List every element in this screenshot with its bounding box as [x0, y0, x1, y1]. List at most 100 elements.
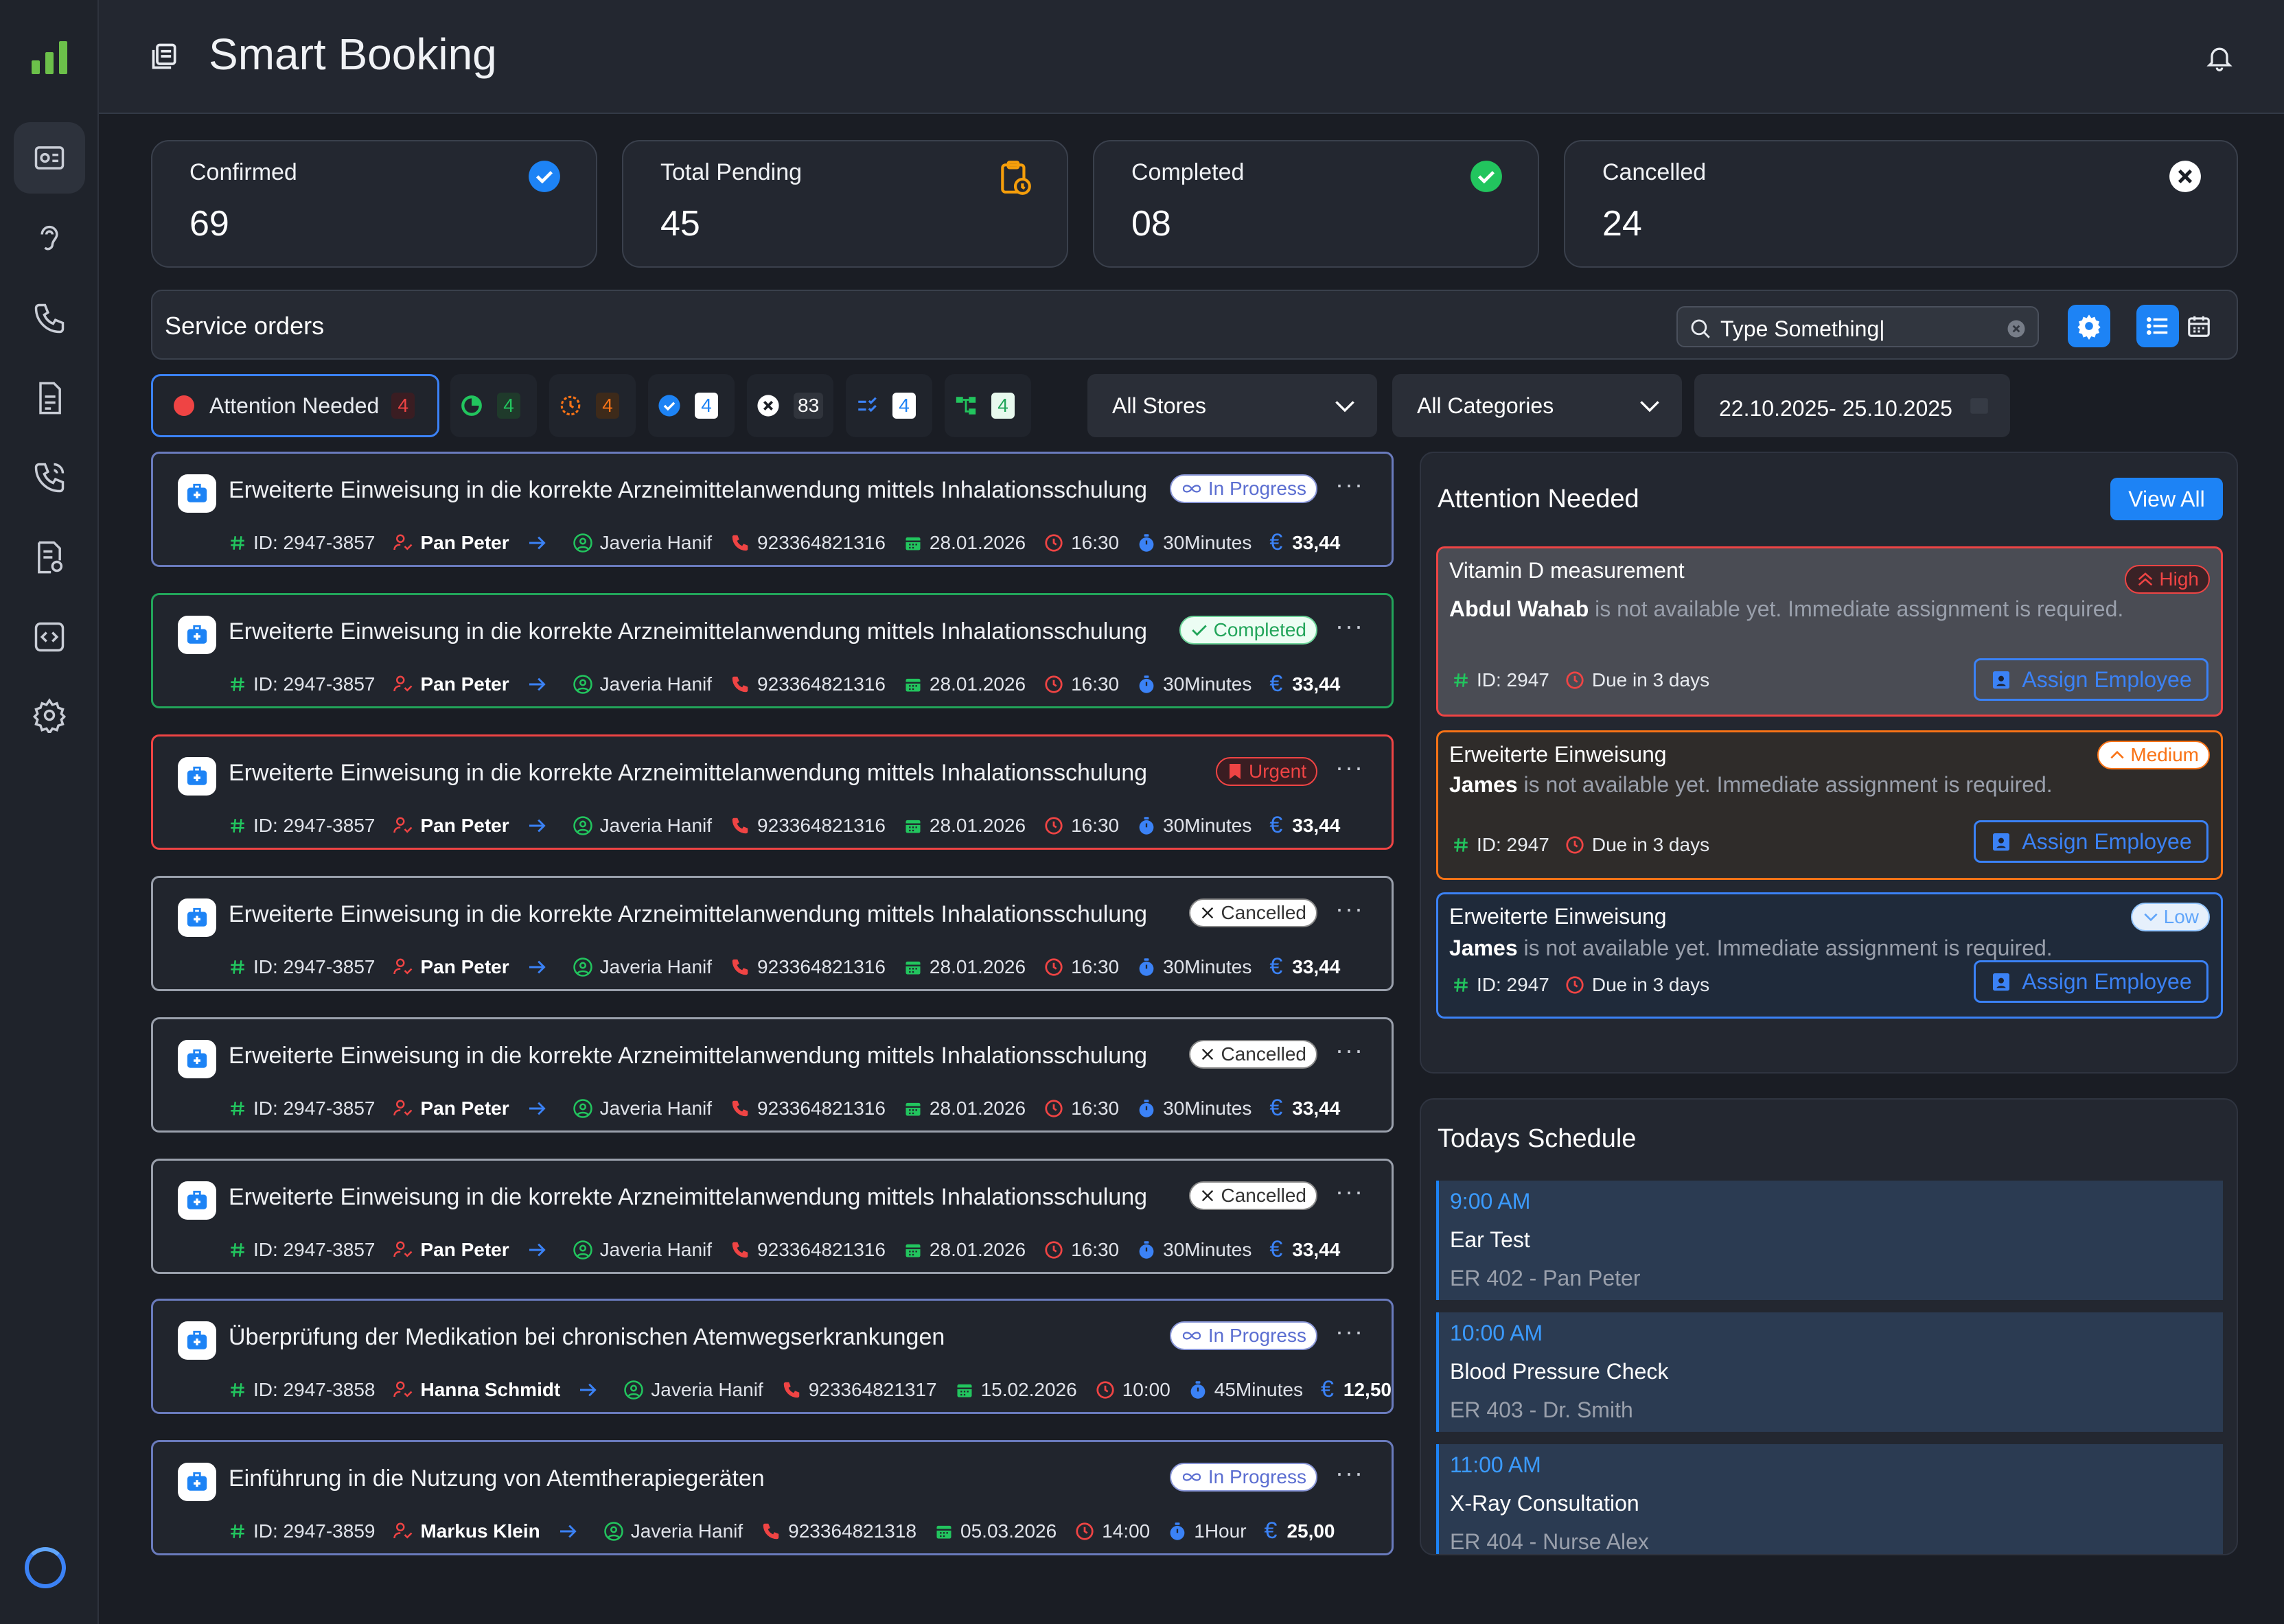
- attention-card[interactable]: Erweiterte Einweisung Medium James is no…: [1436, 730, 2223, 880]
- assign-employee-button[interactable]: Assign Employee: [1974, 820, 2208, 863]
- more-menu-icon[interactable]: ···: [1335, 1317, 1364, 1346]
- notification-bell-icon[interactable]: [2204, 43, 2235, 73]
- sidebar-report-icon[interactable]: [14, 522, 85, 593]
- arrow-right-icon: [527, 1242, 548, 1258]
- filter-count: 83: [794, 393, 824, 419]
- sidebar-hearing-icon[interactable]: [14, 203, 85, 275]
- timer-icon: [1168, 1521, 1187, 1542]
- filter-checklist[interactable]: 4: [846, 374, 932, 437]
- view-all-button[interactable]: View All: [2110, 478, 2223, 520]
- schedule-name: Ear Test: [1450, 1227, 1530, 1252]
- user-link-icon: [393, 1380, 413, 1400]
- calendar-icon: [2188, 316, 2210, 337]
- order-card[interactable]: Erweiterte Einweisung in die korrekte Ar…: [151, 1159, 1394, 1274]
- infinity-icon: [1181, 1470, 1203, 1484]
- service-orders-bar: Service orders Type Something|: [151, 290, 2238, 360]
- user-badge-icon: [1990, 669, 2012, 691]
- clock-icon: [1565, 975, 1585, 995]
- settings-button[interactable]: [2068, 305, 2110, 347]
- search-input[interactable]: Type Something|: [1676, 306, 2039, 347]
- schedule-item[interactable]: 11:00 AM X-Ray Consultation ER 404 - Nur…: [1436, 1444, 2223, 1554]
- more-menu-icon[interactable]: ···: [1335, 612, 1364, 640]
- more-menu-icon[interactable]: ···: [1335, 1036, 1364, 1065]
- sidebar-phone-icon[interactable]: [14, 283, 85, 354]
- sidebar-settings-icon[interactable]: [14, 680, 85, 751]
- filter-attention-needed[interactable]: Attention Needed 4: [151, 374, 439, 437]
- filter-confirmed[interactable]: 4: [648, 374, 735, 437]
- assign-employee-button[interactable]: Assign Employee: [1974, 960, 2208, 1003]
- schedule-item[interactable]: 9:00 AM Ear Test ER 402 - Pan Peter: [1436, 1181, 2223, 1300]
- clock-icon: [1074, 1521, 1095, 1542]
- filter-hierarchy[interactable]: 4: [945, 374, 1031, 437]
- filter-in-progress[interactable]: 4: [450, 374, 537, 437]
- status-badge: In Progress: [1169, 1321, 1317, 1350]
- stat-card-cancelled[interactable]: Cancelled 24: [1564, 140, 2238, 268]
- more-menu-icon[interactable]: ···: [1335, 894, 1364, 923]
- order-title: Erweiterte Einweisung in die korrekte Ar…: [229, 618, 1148, 645]
- stat-value: 69: [189, 204, 229, 244]
- arrow-right-icon: [527, 676, 548, 693]
- stat-card-confirmed[interactable]: Confirmed 69: [151, 140, 597, 268]
- filter-count: 4: [497, 393, 520, 419]
- order-card[interactable]: Erweiterte Einweisung in die korrekte Ar…: [151, 876, 1394, 991]
- assign-employee-button[interactable]: Assign Employee: [1974, 658, 2208, 701]
- attention-card[interactable]: Vitamin D measurement High Abdul Wahab i…: [1436, 546, 2223, 717]
- more-menu-icon[interactable]: ···: [1335, 753, 1364, 782]
- hierarchy-icon: [954, 394, 978, 417]
- sidebar-booking-icon[interactable]: [14, 122, 85, 194]
- more-menu-icon[interactable]: ···: [1335, 1459, 1364, 1487]
- calendar-icon: [903, 1099, 923, 1118]
- arrow-right-icon: [527, 535, 548, 551]
- clock-icon: [1043, 957, 1064, 977]
- clock-icon: [1043, 815, 1064, 836]
- order-meta: ID: 2947-3857 Pan Peter Javeria Hanif 92…: [229, 812, 1340, 839]
- phone-icon: [781, 1380, 802, 1400]
- order-card[interactable]: Erweiterte Einweisung in die korrekte Ar…: [151, 452, 1394, 567]
- list-view-button[interactable]: [2136, 305, 2179, 347]
- euro-icon: €: [1269, 529, 1283, 555]
- categories-dropdown[interactable]: All Categories: [1392, 374, 1682, 437]
- hash-icon: [229, 675, 246, 693]
- schedule-item[interactable]: 10:00 AM Blood Pressure Check ER 403 - D…: [1436, 1312, 2223, 1432]
- attention-card[interactable]: Erweiterte Einweisung Low James is not a…: [1436, 892, 2223, 1019]
- order-card[interactable]: Einführung in die Nutzung von Atemtherap…: [151, 1440, 1394, 1555]
- status-ring-icon[interactable]: [25, 1547, 66, 1588]
- check-circle-blue-icon: [527, 159, 562, 194]
- euro-icon: €: [1269, 671, 1283, 697]
- stat-card-pending[interactable]: Total Pending 45: [622, 140, 1068, 268]
- more-menu-icon[interactable]: ···: [1335, 470, 1364, 499]
- order-card[interactable]: Erweiterte Einweisung in die korrekte Ar…: [151, 593, 1394, 708]
- calendar-view-button[interactable]: [2178, 305, 2220, 347]
- timer-icon: [1137, 957, 1156, 977]
- clear-search-icon[interactable]: [2006, 318, 2027, 339]
- top-bar: Smart Booking: [99, 0, 2284, 114]
- schedule-name: X-Ray Consultation: [1450, 1491, 1639, 1516]
- user-badge-icon: [1990, 831, 2012, 852]
- schedule-room: ER 402 - Pan Peter: [1450, 1266, 1641, 1290]
- sidebar-phone-call-icon[interactable]: [14, 442, 85, 513]
- filter-cancelled[interactable]: 83: [747, 374, 833, 437]
- search-icon: [1689, 317, 1712, 340]
- sidebar-document-icon[interactable]: [14, 362, 85, 434]
- stores-dropdown[interactable]: All Stores: [1087, 374, 1377, 437]
- sidebar: [0, 0, 99, 1624]
- app-logo-icon[interactable]: [30, 38, 69, 77]
- date-range-picker[interactable]: 22.10.2025- 25.10.2025: [1694, 374, 2010, 437]
- medical-bag-icon: [178, 616, 216, 654]
- more-menu-icon[interactable]: ···: [1335, 1177, 1364, 1206]
- filter-pending[interactable]: 4: [549, 374, 636, 437]
- stat-card-completed[interactable]: Completed 08: [1093, 140, 1539, 268]
- order-card[interactable]: Überprüfung der Medikation bei chronisch…: [151, 1299, 1394, 1414]
- sidebar-code-icon[interactable]: [14, 601, 85, 673]
- attention-footer: ID: 2947 Due in 3 days: [1452, 669, 1709, 691]
- filter-count: 4: [596, 393, 619, 419]
- attention-card-title: Erweiterte Einweisung: [1449, 904, 1667, 929]
- phone-icon: [761, 1521, 781, 1542]
- order-card[interactable]: Erweiterte Einweisung in die korrekte Ar…: [151, 734, 1394, 850]
- schedule-time: 10:00 AM: [1450, 1321, 1543, 1345]
- status-badge: Urgent: [1215, 757, 1317, 786]
- order-card[interactable]: Erweiterte Einweisung in die korrekte Ar…: [151, 1017, 1394, 1133]
- status-badge: Cancelled: [1189, 898, 1317, 927]
- chevron-up-icon: [2108, 747, 2126, 763]
- status-badge: In Progress: [1169, 474, 1317, 503]
